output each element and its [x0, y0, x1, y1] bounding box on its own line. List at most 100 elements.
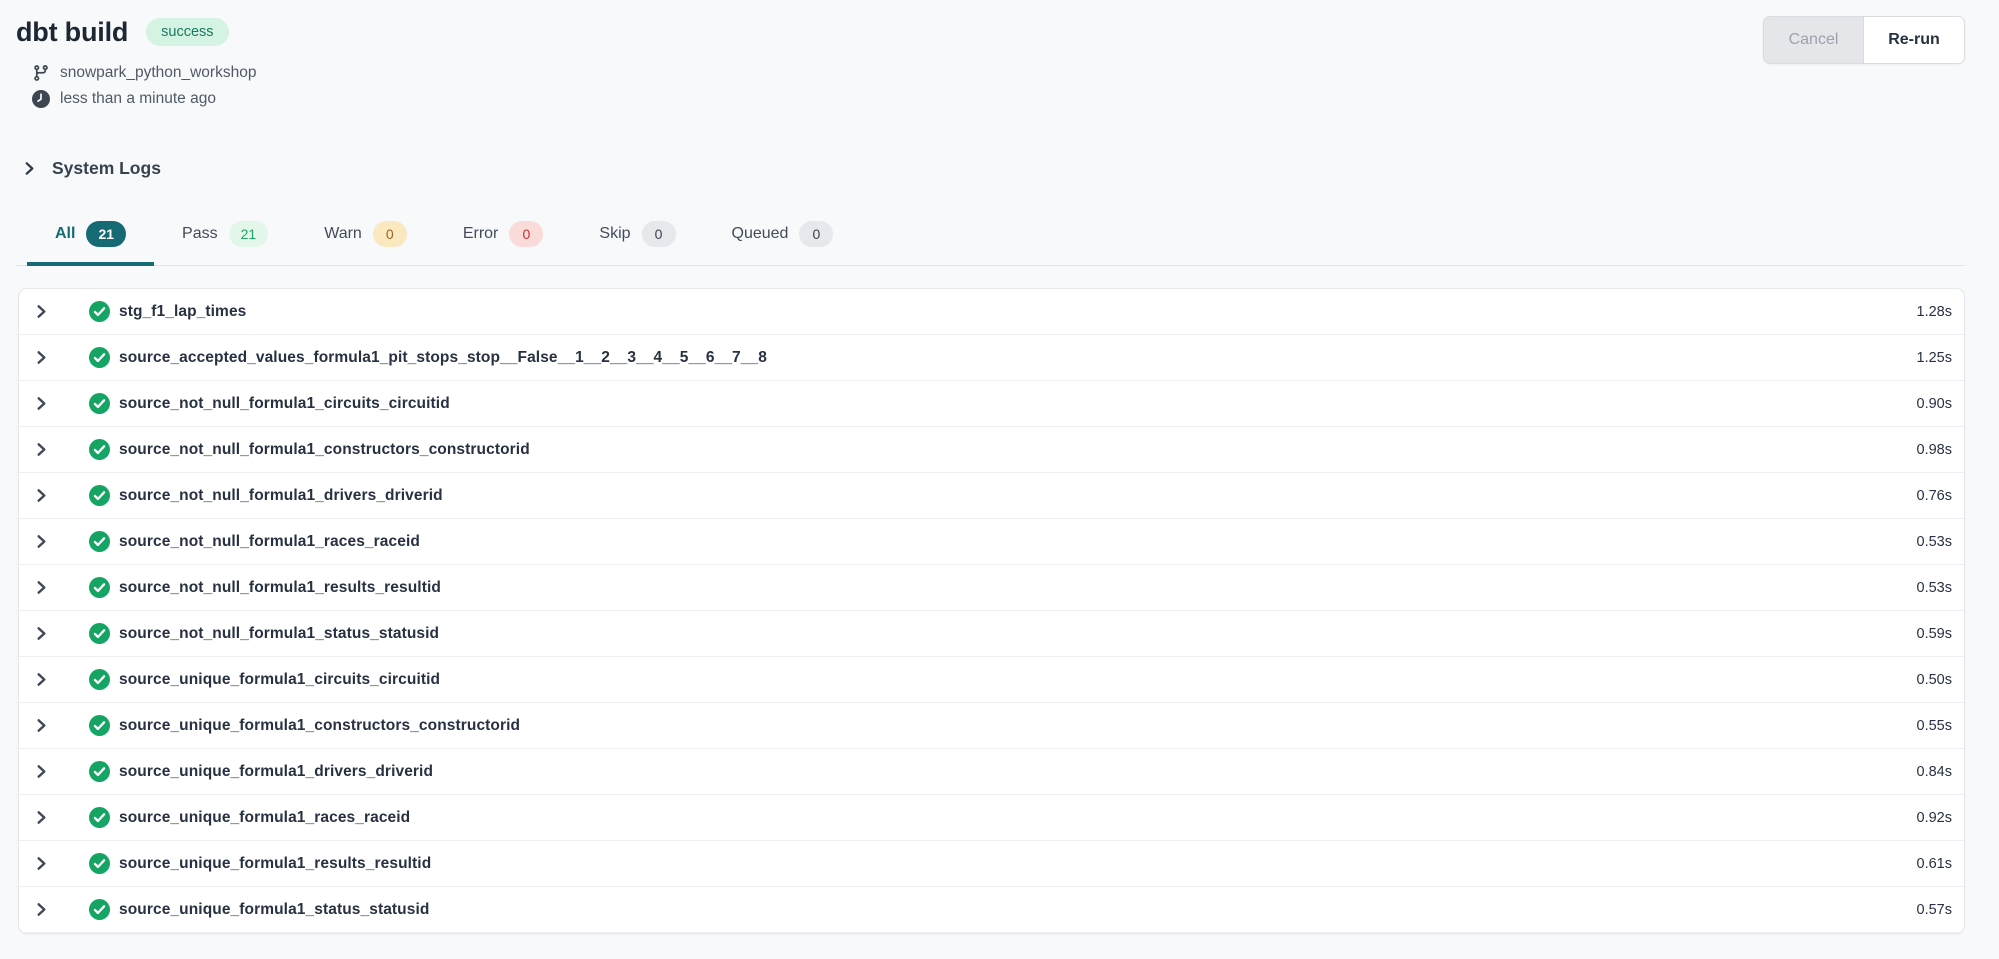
- check-circle-icon: [89, 623, 110, 644]
- result-row[interactable]: source_unique_formula1_status_statusid 0…: [19, 887, 1964, 933]
- rerun-button[interactable]: Re-run: [1864, 17, 1964, 63]
- check-circle-icon: [89, 301, 110, 322]
- tab-label: Warn: [324, 225, 362, 243]
- header: dbt build success snowpark_python_worksh…: [16, 16, 1965, 112]
- tab-label: Pass: [182, 225, 218, 243]
- chevron-right-icon[interactable]: [34, 349, 49, 366]
- tab-all[interactable]: All 21: [27, 221, 154, 266]
- result-row[interactable]: source_not_null_formula1_races_raceid 0.…: [19, 519, 1964, 565]
- result-name: source_not_null_formula1_races_raceid: [119, 533, 420, 551]
- result-row[interactable]: source_accepted_values_formula1_pit_stop…: [19, 335, 1964, 381]
- result-duration: 0.57s: [1897, 902, 1952, 918]
- result-duration: 0.98s: [1897, 442, 1952, 458]
- result-row[interactable]: source_not_null_formula1_drivers_driveri…: [19, 473, 1964, 519]
- chevron-right-icon[interactable]: [34, 303, 49, 320]
- result-name: source_not_null_formula1_status_statusid: [119, 625, 439, 643]
- result-row[interactable]: source_unique_formula1_circuits_circuiti…: [19, 657, 1964, 703]
- title-wrap: dbt build success: [16, 16, 256, 48]
- chevron-right-icon[interactable]: [34, 855, 49, 872]
- chevron-right-icon[interactable]: [34, 763, 49, 780]
- tab-label: Skip: [599, 225, 630, 243]
- status-badge: success: [146, 18, 228, 47]
- result-name: source_unique_formula1_circuits_circuiti…: [119, 671, 440, 689]
- chevron-right-icon[interactable]: [34, 579, 49, 596]
- tabs: All 21 Pass 21 Warn 0 Error 0 Skip 0 Que…: [16, 221, 1965, 266]
- chevron-right-icon[interactable]: [34, 717, 49, 734]
- result-name: source_unique_formula1_drivers_driverid: [119, 763, 433, 781]
- chevron-right-icon[interactable]: [34, 441, 49, 458]
- tab-pass[interactable]: Pass 21: [154, 221, 296, 266]
- time-ago: less than a minute ago: [60, 90, 216, 108]
- result-row[interactable]: source_unique_formula1_constructors_cons…: [19, 703, 1964, 749]
- tab-skip[interactable]: Skip 0: [571, 221, 703, 266]
- check-circle-icon: [89, 577, 110, 598]
- result-row[interactable]: source_unique_formula1_results_resultid …: [19, 841, 1964, 887]
- result-name: source_not_null_formula1_constructors_co…: [119, 441, 530, 459]
- result-name: source_unique_formula1_status_statusid: [119, 901, 429, 919]
- chevron-right-icon[interactable]: [34, 671, 49, 688]
- tab-label: Queued: [732, 225, 789, 243]
- result-row[interactable]: source_unique_formula1_drivers_driverid …: [19, 749, 1964, 795]
- system-logs-label: System Logs: [52, 158, 161, 179]
- chevron-right-icon[interactable]: [34, 809, 49, 826]
- run-actions: Cancel Re-run: [1763, 16, 1965, 64]
- branch-line: snowpark_python_workshop: [32, 60, 256, 86]
- check-circle-icon: [89, 807, 110, 828]
- tab-count-badge: 0: [799, 221, 833, 247]
- page-title: dbt build: [16, 16, 128, 48]
- git-branch-icon: [32, 64, 50, 82]
- tab-count-badge: 0: [373, 221, 407, 247]
- check-circle-icon: [89, 347, 110, 368]
- result-duration: 0.92s: [1897, 810, 1952, 826]
- time-line: less than a minute ago: [32, 86, 256, 112]
- branch-name: snowpark_python_workshop: [60, 64, 256, 82]
- result-duration: 0.59s: [1897, 626, 1952, 642]
- check-circle-icon: [89, 715, 110, 736]
- tab-count-badge: 21: [86, 221, 126, 247]
- result-duration: 1.28s: [1897, 304, 1952, 320]
- result-name: source_not_null_formula1_drivers_driveri…: [119, 487, 443, 505]
- check-circle-icon: [89, 439, 110, 460]
- result-name: source_unique_formula1_results_resultid: [119, 855, 431, 873]
- result-name: source_not_null_formula1_circuits_circui…: [119, 395, 450, 413]
- result-name: source_accepted_values_formula1_pit_stop…: [119, 349, 767, 367]
- clock-icon: [32, 90, 50, 108]
- result-name: stg_f1_lap_times: [119, 303, 246, 321]
- check-circle-icon: [89, 669, 110, 690]
- result-duration: 1.25s: [1897, 350, 1952, 366]
- result-row[interactable]: source_not_null_formula1_constructors_co…: [19, 427, 1964, 473]
- result-row[interactable]: source_unique_formula1_races_raceid 0.92…: [19, 795, 1964, 841]
- header-left: dbt build success snowpark_python_worksh…: [16, 16, 256, 112]
- chevron-right-icon[interactable]: [34, 487, 49, 504]
- chevron-right-icon[interactable]: [34, 533, 49, 550]
- tab-count-badge: 21: [229, 221, 269, 247]
- result-duration: 0.61s: [1897, 856, 1952, 872]
- check-circle-icon: [89, 899, 110, 920]
- results-list: stg_f1_lap_times 1.28s source_accepted_v…: [18, 288, 1965, 934]
- result-row[interactable]: source_not_null_formula1_results_resulti…: [19, 565, 1964, 611]
- result-duration: 0.53s: [1897, 534, 1952, 550]
- system-logs-toggle[interactable]: System Logs: [22, 158, 161, 179]
- result-row[interactable]: stg_f1_lap_times 1.28s: [19, 289, 1964, 335]
- tab-count-badge: 0: [642, 221, 676, 247]
- result-duration: 0.90s: [1897, 396, 1952, 412]
- chevron-right-icon: [22, 161, 37, 176]
- tab-error[interactable]: Error 0: [435, 221, 572, 266]
- tab-queued[interactable]: Queued 0: [704, 221, 862, 266]
- result-name: source_unique_formula1_races_raceid: [119, 809, 410, 827]
- tab-warn[interactable]: Warn 0: [296, 221, 435, 266]
- check-circle-icon: [89, 485, 110, 506]
- result-name: source_not_null_formula1_results_resulti…: [119, 579, 441, 597]
- tab-count-badge: 0: [509, 221, 543, 247]
- run-detail-page: dbt build success snowpark_python_worksh…: [0, 0, 1999, 934]
- chevron-right-icon[interactable]: [34, 901, 49, 918]
- result-duration: 0.55s: [1897, 718, 1952, 734]
- run-meta: snowpark_python_workshop less than a min…: [32, 60, 256, 112]
- result-duration: 0.84s: [1897, 764, 1952, 780]
- result-row[interactable]: source_not_null_formula1_circuits_circui…: [19, 381, 1964, 427]
- result-row[interactable]: source_not_null_formula1_status_statusid…: [19, 611, 1964, 657]
- chevron-right-icon[interactable]: [34, 625, 49, 642]
- check-circle-icon: [89, 761, 110, 782]
- cancel-button: Cancel: [1764, 17, 1864, 63]
- chevron-right-icon[interactable]: [34, 395, 49, 412]
